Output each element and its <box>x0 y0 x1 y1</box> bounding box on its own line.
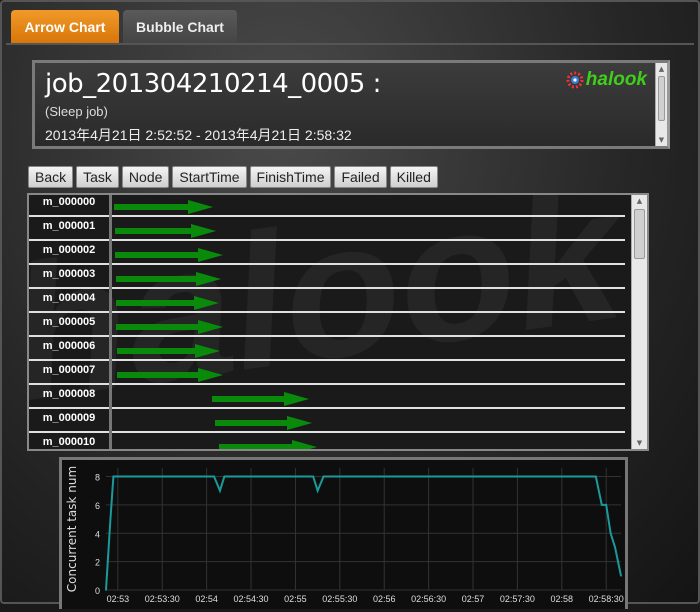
tab-arrow-chart[interactable]: Arrow Chart <box>11 10 119 44</box>
data-point <box>213 475 215 478</box>
data-point <box>316 489 319 492</box>
scroll-up-icon[interactable]: ▲ <box>632 195 647 207</box>
data-point <box>620 575 622 577</box>
arrow-chart-scrollbar[interactable]: ▲ ▼ <box>631 195 647 449</box>
killed-button[interactable]: Killed <box>389 166 438 188</box>
task-arrow[interactable] <box>219 440 317 451</box>
x-tick-label: 02:57:30 <box>500 594 535 604</box>
gear-icon <box>566 71 584 89</box>
x-tick-label: 02:55 <box>284 594 307 604</box>
y-tick-label: 8 <box>95 473 100 483</box>
y-tick-label: 0 <box>95 586 100 596</box>
task-arrow[interactable] <box>116 296 219 310</box>
job-header-panel: job_201304210214_0005 : (Sleep job) 2013… <box>32 60 670 149</box>
x-tick-label: 02:54 <box>195 594 218 604</box>
tab-bubble-chart[interactable]: Bubble Chart <box>123 10 237 44</box>
data-point <box>614 546 616 549</box>
data-point <box>609 532 612 535</box>
scroll-up-icon[interactable]: ▲ <box>656 63 667 75</box>
y-tick-label: 2 <box>95 558 100 568</box>
x-tick-label: 02:54:30 <box>234 594 269 604</box>
x-tick-label: 02:58:30 <box>589 594 624 604</box>
data-point <box>312 475 314 478</box>
job-time-range: 2013年4月21日 2:52:52 - 2013年4月21日 2:58:32 <box>45 127 352 143</box>
x-tick-label: 02:53:30 <box>145 594 180 604</box>
y-axis-label: Concurrent task num <box>65 466 79 592</box>
scroll-thumb[interactable] <box>658 76 665 121</box>
task-arrow[interactable] <box>116 272 221 286</box>
scroll-thumb[interactable] <box>634 209 645 259</box>
logo-text: halook <box>585 69 647 90</box>
task-arrow[interactable] <box>212 392 309 406</box>
data-point <box>600 504 603 506</box>
failed-button[interactable]: Failed <box>334 166 387 188</box>
x-tick-label: 02:55:30 <box>322 594 357 604</box>
data-point <box>595 475 597 478</box>
task-arrow[interactable] <box>114 200 213 214</box>
arrow-chart-panel: halook m_000000 m_000001 m_000002 m_000003 m… <box>27 193 649 451</box>
scroll-down-icon[interactable]: ▼ <box>656 134 667 146</box>
tab-divider <box>6 43 694 45</box>
x-tick-label: 02:57 <box>462 594 485 604</box>
x-tick-label: 02:56 <box>373 594 396 604</box>
x-tick-label: 02:56:30 <box>411 594 446 604</box>
job-title: job_201304210214_0005 : <box>45 69 381 99</box>
task-arrow[interactable] <box>117 344 220 358</box>
sort-toolbar: Back Task Node StartTime FinishTime Fail… <box>28 166 438 188</box>
task-button[interactable]: Task <box>76 166 119 188</box>
task-arrow[interactable] <box>115 224 216 238</box>
y-tick-label: 6 <box>95 501 100 511</box>
data-point <box>219 489 221 492</box>
scroll-down-icon[interactable]: ▼ <box>632 437 647 449</box>
data-point <box>322 475 325 478</box>
task-arrow[interactable] <box>115 248 223 262</box>
task-arrows <box>114 200 317 451</box>
finishtime-button[interactable]: FinishTime <box>249 166 332 188</box>
data-point <box>105 589 107 591</box>
task-arrow[interactable] <box>215 416 312 430</box>
data-point <box>223 475 226 478</box>
node-button[interactable]: Node <box>121 166 170 188</box>
task-arrow[interactable] <box>116 320 223 334</box>
task-arrow[interactable] <box>117 368 223 382</box>
back-button[interactable]: Back <box>28 166 74 188</box>
x-tick-label: 02:58 <box>551 594 574 604</box>
x-tick-label: 02:53 <box>107 594 130 604</box>
halook-logo: halook <box>566 69 647 91</box>
data-point <box>112 475 115 478</box>
y-tick-label: 4 <box>95 529 100 539</box>
job-name: (Sleep job) <box>45 104 108 119</box>
app-window: Arrow Chart Bubble Chart job_20130421021… <box>0 0 700 609</box>
concurrent-task-chart: 0 2 4 6 8 02:53 02:53:30 02:54 02:54:30 02:55 02:5… <box>59 457 628 609</box>
data-point <box>605 504 608 506</box>
header-scrollbar[interactable]: ▲ ▼ <box>655 63 667 146</box>
data-point <box>109 518 112 520</box>
starttime-button[interactable]: StartTime <box>172 166 247 188</box>
